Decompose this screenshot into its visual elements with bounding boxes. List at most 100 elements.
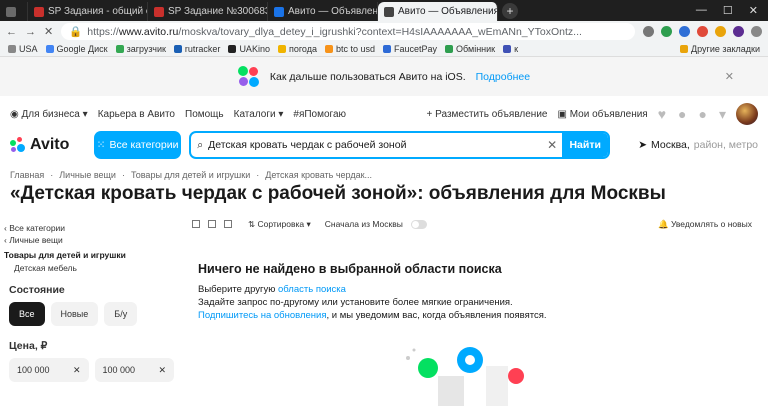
clear-icon[interactable]: ✕ [158,365,166,376]
price-from-input[interactable]: 100 000 ✕ [9,358,89,382]
minimize-icon[interactable]: — [696,4,707,17]
list-view-icon[interactable] [192,220,200,228]
bookmark-item[interactable]: к [503,44,518,54]
nav-business[interactable]: ◉ Для бизнеса ▾ [10,109,88,120]
search-area-link[interactable]: область поиска [278,284,346,295]
avito-logo[interactable]: Avito [10,136,86,154]
bookmark-item[interactable]: FaucetPay [383,44,437,54]
nav-help-tag[interactable]: #яПомогаю [293,109,346,120]
illustration-shape [438,376,464,406]
address-bar[interactable]: 🔒 https://www.avito.ru/moskva/tovary_dly… [61,23,635,40]
condition-all[interactable]: Все [9,302,45,326]
stop-icon[interactable]: ✕ [44,25,53,38]
price-heading: Цена, ₽ [9,340,48,352]
close-window-icon[interactable]: ✕ [749,4,758,17]
cart-icon[interactable]: ▾ [719,106,726,123]
location-selector[interactable]: ➤ Москва, район, метро [638,139,758,151]
bookmark-item[interactable]: Обмінник [445,44,495,54]
menu-icon[interactable] [751,26,762,37]
ios-banner: Как дальше пользоваться Авито на iOS. По… [0,57,768,96]
nav-help[interactable]: Помощь [185,109,224,120]
category-current: Товары для детей и игрушки [4,250,126,260]
crumb[interactable]: Товары для детей и игрушки [131,170,250,180]
extension-icon[interactable] [697,26,708,37]
empty-line: Выберите другую область поиска [198,284,346,295]
nav-catalogs[interactable]: Каталоги ▾ [234,109,284,120]
new-tab-button[interactable]: + [502,3,518,19]
heart-icon[interactable]: ♥ [658,106,666,122]
personal-link[interactable]: ‹ Личные вещи [4,234,174,246]
bookmark-item[interactable]: UAKino [228,44,270,54]
price-filter: 100 000 ✕ 100 000 ✕ [9,358,174,382]
search-input[interactable]: ⌕ Детская кровать чердак с рабочей зоной [191,139,542,152]
bookmark-item[interactable]: USA [8,44,38,54]
crumb[interactable]: Детская кровать чердак... [265,170,372,180]
extension-icon[interactable] [679,26,690,37]
search-box: ⌕ Детская кровать чердак с рабочей зоной… [189,131,611,159]
avito-icon [274,6,284,17]
illustration-shape [406,356,410,360]
site-header: Avito ⁙ Все категории ⌕ Детская кровать … [0,129,768,161]
back-icon[interactable]: ← [6,26,17,38]
sp-icon [34,6,44,17]
clear-icon[interactable]: ✕ [73,365,81,376]
moscow-first-label: Сначала из Москвы [324,219,403,229]
browser-toolbar: ← → ✕ 🔒 https://www.avito.ru/moskva/tova… [0,21,768,42]
grid-view-icon[interactable] [208,220,216,228]
bookmarks-bar: USA Google Диск загрузчик rutracker UAKi… [0,42,768,57]
bookmark-item[interactable]: Google Диск [45,44,108,54]
tab-avito-active[interactable]: Авито — Объявления н✕ [378,2,498,21]
clear-icon[interactable]: ✕ [542,138,562,152]
sp-icon [154,6,164,17]
map-view-icon[interactable] [224,220,232,228]
condition-filter: Все Новые Б/у [9,302,174,326]
close-banner-icon[interactable]: ✕ [725,70,734,83]
lock-icon: 🔒 [69,26,83,38]
price-to-input[interactable]: 100 000 ✕ [94,358,174,382]
illustration-shape [486,366,508,406]
extensions-bar [643,26,762,37]
illustration-shape [418,358,438,378]
tab-avito-1[interactable]: Авито — Объявления на✕ [268,2,378,21]
other-bookmarks[interactable]: Другие закладки [680,44,760,54]
maximize-icon[interactable]: ☐ [723,4,733,17]
my-ads-link[interactable]: ▣ Мои объявления [557,109,647,120]
browser-tabstrip: SP Задания - общий список✕ SP Задание №3… [0,0,768,21]
chat-icon[interactable]: ● [699,106,707,122]
banner-more-link[interactable]: Подробнее [476,71,530,83]
post-ad-link[interactable]: + Разместить объявление [427,109,548,120]
bookmark-item[interactable]: погода [277,44,317,54]
find-button[interactable]: Найти [562,133,609,157]
condition-new[interactable]: Новые [50,302,99,326]
bookmark-item[interactable]: загрузчик [115,44,166,54]
banner-text: Как дальше пользоваться Авито на iOS. [269,70,466,83]
sort-dropdown[interactable]: ⇅ Сортировка ▾ [248,219,311,230]
subcategory-link[interactable]: Детская мебель [4,262,174,274]
all-categories-link[interactable]: ‹ Все категории [4,222,174,234]
tab-tasks-list[interactable]: SP Задания - общий список✕ [28,2,148,21]
crumb[interactable]: Главная [10,170,44,180]
empty-line: Задайте запрос по-другому или установите… [198,297,513,308]
bookmark-item[interactable]: rutracker [173,44,220,54]
subscribe-link[interactable]: Подпишитесь на обновления [198,310,326,321]
top-nav: ◉ Для бизнеса ▾ Карьера в Авито Помощь К… [0,103,768,125]
bookmark-item[interactable]: btc to usd [324,44,375,54]
notify-link[interactable]: 🔔 Уведомлять о новых [658,219,752,230]
bell-icon[interactable]: ● [678,106,686,122]
extension-icon[interactable] [715,26,726,37]
forward-icon[interactable]: → [25,26,36,38]
extension-icon[interactable] [733,26,744,37]
sidebar: ‹ Все категории ‹ Личные вещи Товары для… [4,222,174,382]
tab-pinned[interactable] [0,2,28,21]
tab-task[interactable]: SP Задание №3006830 - пров✕ [148,2,268,21]
avatar[interactable] [736,103,758,125]
illustration-shape [412,348,416,352]
all-categories-button[interactable]: ⁙ Все категории [93,131,182,159]
bookmark-icon[interactable] [643,26,654,37]
extension-icon[interactable] [661,26,672,37]
nav-careers[interactable]: Карьера в Авито [98,109,175,120]
condition-used[interactable]: Б/у [104,302,138,326]
moscow-first-toggle[interactable] [410,219,427,229]
crumb[interactable]: Личные вещи [59,170,116,180]
avito-icon [384,6,394,17]
